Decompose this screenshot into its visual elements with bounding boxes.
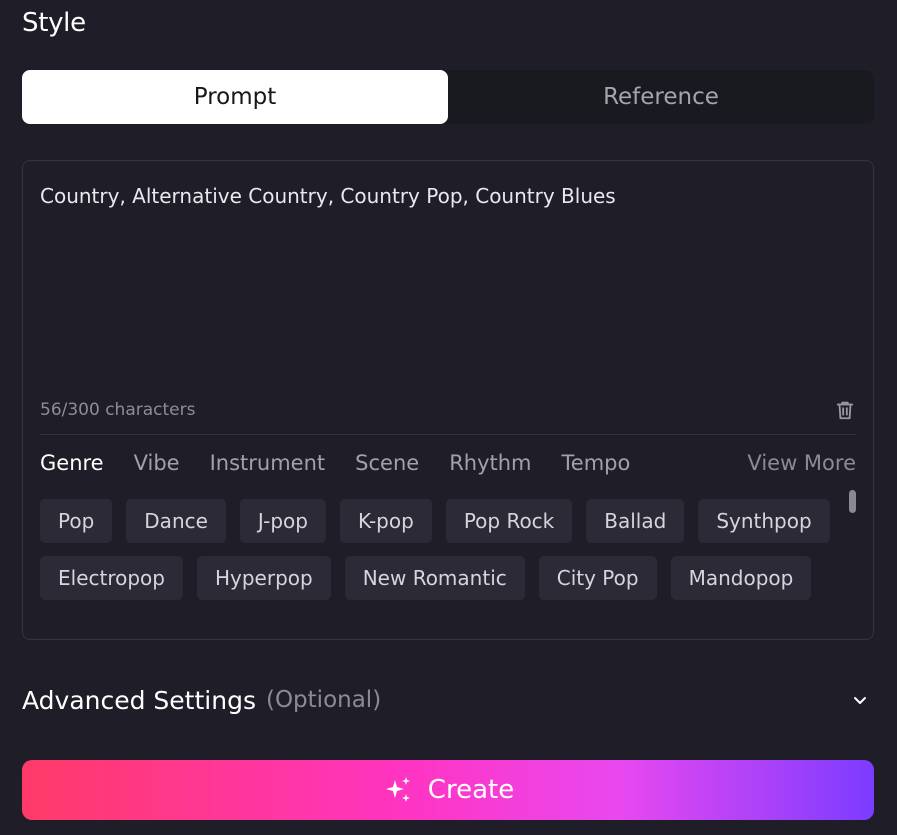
tab-prompt[interactable]: Prompt (22, 70, 448, 124)
chip-new-romantic[interactable]: New Romantic (344, 556, 525, 600)
trash-icon[interactable] (834, 399, 856, 421)
tab-scene[interactable]: Scene (355, 451, 419, 475)
chip-dance[interactable]: Dance (126, 499, 226, 543)
tab-rhythm[interactable]: Rhythm (449, 451, 531, 475)
chip-hyperpop[interactable]: Hyperpop (196, 556, 331, 600)
create-button[interactable]: Create (22, 760, 874, 820)
advanced-settings-toggle[interactable]: Advanced Settings (Optional) (22, 682, 874, 718)
chip-mandopop[interactable]: Mandopop (670, 556, 812, 600)
divider (40, 434, 856, 435)
genre-chips: Pop Dance J-pop K-pop Pop Rock Ballad Sy… (40, 499, 840, 600)
chip-pop-rock[interactable]: Pop Rock (445, 499, 573, 543)
category-tabs: Genre Vibe Instrument Scene Rhythm Tempo (40, 451, 630, 475)
chip-k-pop[interactable]: K-pop (339, 499, 432, 543)
chip-electropop[interactable]: Electropop (40, 556, 183, 600)
tab-genre[interactable]: Genre (40, 451, 104, 475)
chip-city-pop[interactable]: City Pop (538, 556, 657, 600)
prompt-box: Country, Alternative Country, Country Po… (22, 160, 874, 640)
tab-instrument[interactable]: Instrument (210, 451, 326, 475)
create-button-label: Create (427, 775, 515, 805)
tab-vibe[interactable]: Vibe (134, 451, 180, 475)
section-title: Style (22, 8, 86, 38)
advanced-settings-optional: (Optional) (265, 687, 382, 713)
view-more-link[interactable]: View More (747, 451, 856, 475)
chevron-down-icon (854, 697, 866, 704)
tab-tempo[interactable]: Tempo (562, 451, 631, 475)
sparkle-icon (385, 777, 410, 802)
chips-scrollbar[interactable] (849, 490, 856, 513)
chip-pop[interactable]: Pop (40, 499, 113, 543)
chip-synthpop[interactable]: Synthpop (698, 499, 830, 543)
tab-reference[interactable]: Reference (448, 70, 874, 124)
style-prompt-input[interactable]: Country, Alternative Country, Country Po… (40, 183, 855, 373)
advanced-settings-title: Advanced Settings (22, 685, 256, 715)
chip-j-pop[interactable]: J-pop (239, 499, 326, 543)
char-count: 56/300 characters (40, 400, 196, 420)
style-panel: Style Prompt Reference Country, Alternat… (0, 0, 897, 835)
mode-switch: Prompt Reference (22, 70, 874, 124)
chip-ballad[interactable]: Ballad (586, 499, 685, 543)
